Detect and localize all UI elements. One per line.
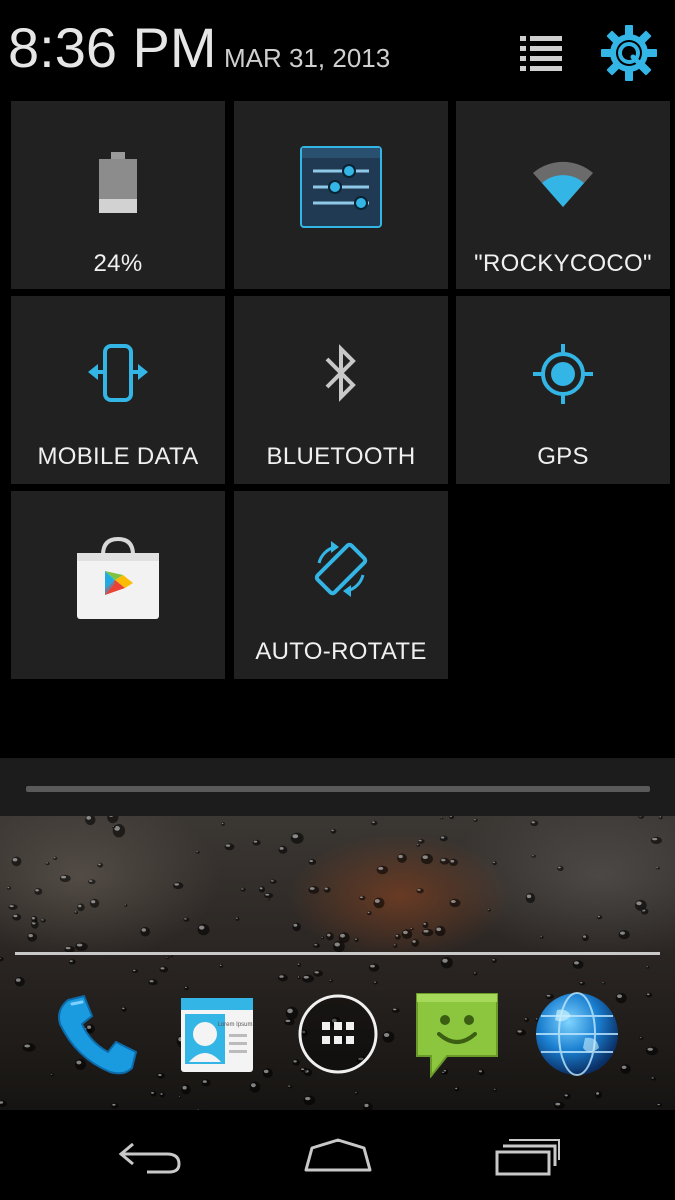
contacts-icon: Lorem Ipsum bbox=[181, 998, 253, 1072]
back-button[interactable] bbox=[100, 1126, 200, 1186]
dock-phone-app[interactable] bbox=[52, 988, 144, 1080]
tile-gps-label: GPS bbox=[537, 443, 589, 470]
tile-mobile-data[interactable]: MOBILE DATA bbox=[11, 296, 225, 484]
dock-divider bbox=[15, 952, 660, 955]
mobile-data-icon bbox=[88, 344, 148, 402]
tile-play-store[interactable] bbox=[11, 491, 225, 679]
notification-drawer-handle[interactable] bbox=[0, 758, 675, 816]
clock-time: 8:36 PM bbox=[8, 16, 217, 79]
dock-contacts-app[interactable]: Lorem Ipsum bbox=[171, 988, 263, 1080]
quick-settings-button[interactable] bbox=[598, 22, 660, 84]
home-icon bbox=[304, 1138, 372, 1172]
tile-auto-rotate[interactable]: AUTO-ROTATE bbox=[234, 491, 448, 679]
wifi-icon bbox=[533, 161, 593, 207]
contacts-card-text: Lorem Ipsum bbox=[217, 1022, 252, 1028]
tile-wifi[interactable]: "ROCKYCOCO" bbox=[456, 101, 670, 289]
list-icon bbox=[520, 36, 562, 71]
bluetooth-icon bbox=[325, 344, 356, 402]
notification-header: 8:36 PM MAR 31, 2013 bbox=[0, 0, 675, 96]
battery-icon bbox=[99, 152, 137, 213]
tile-gps[interactable]: GPS bbox=[456, 296, 670, 484]
navigation-bar bbox=[0, 1110, 675, 1200]
back-icon bbox=[118, 1142, 181, 1174]
tile-auto-rotate-label: AUTO-ROTATE bbox=[255, 638, 427, 665]
dock-browser-app[interactable] bbox=[531, 988, 623, 1080]
browser-globe-icon bbox=[536, 992, 618, 1076]
auto-rotate-icon bbox=[314, 541, 368, 597]
settings-sliders-icon bbox=[300, 146, 382, 228]
notification-list-button[interactable] bbox=[510, 22, 572, 84]
recent-apps-button[interactable] bbox=[477, 1126, 577, 1186]
drawer-handle-line bbox=[26, 786, 650, 792]
gps-icon bbox=[533, 344, 593, 404]
tile-bluetooth-label: BLUETOOTH bbox=[266, 443, 416, 470]
quick-settings-gear-icon bbox=[601, 25, 657, 81]
messaging-icon bbox=[416, 993, 498, 1078]
home-wallpaper: Lorem Ipsum bbox=[0, 816, 675, 1110]
tile-mobile-data-label: MOBILE DATA bbox=[37, 443, 199, 470]
play-store-icon bbox=[77, 537, 159, 619]
tile-bluetooth[interactable]: BLUETOOTH bbox=[234, 296, 448, 484]
clock-date: MAR 31, 2013 bbox=[224, 43, 391, 73]
tile-battery[interactable]: 24% bbox=[11, 101, 225, 289]
home-button[interactable] bbox=[288, 1126, 388, 1186]
phone-icon bbox=[58, 994, 138, 1075]
dock-app-drawer[interactable] bbox=[292, 988, 384, 1080]
tile-settings[interactable] bbox=[234, 101, 448, 289]
tile-battery-label: 24% bbox=[93, 250, 143, 277]
dock-messaging-app[interactable] bbox=[411, 988, 503, 1080]
tile-wifi-label: "ROCKYCOCO" bbox=[474, 250, 652, 277]
app-drawer-icon bbox=[298, 994, 378, 1074]
recent-apps-icon bbox=[495, 1139, 560, 1176]
